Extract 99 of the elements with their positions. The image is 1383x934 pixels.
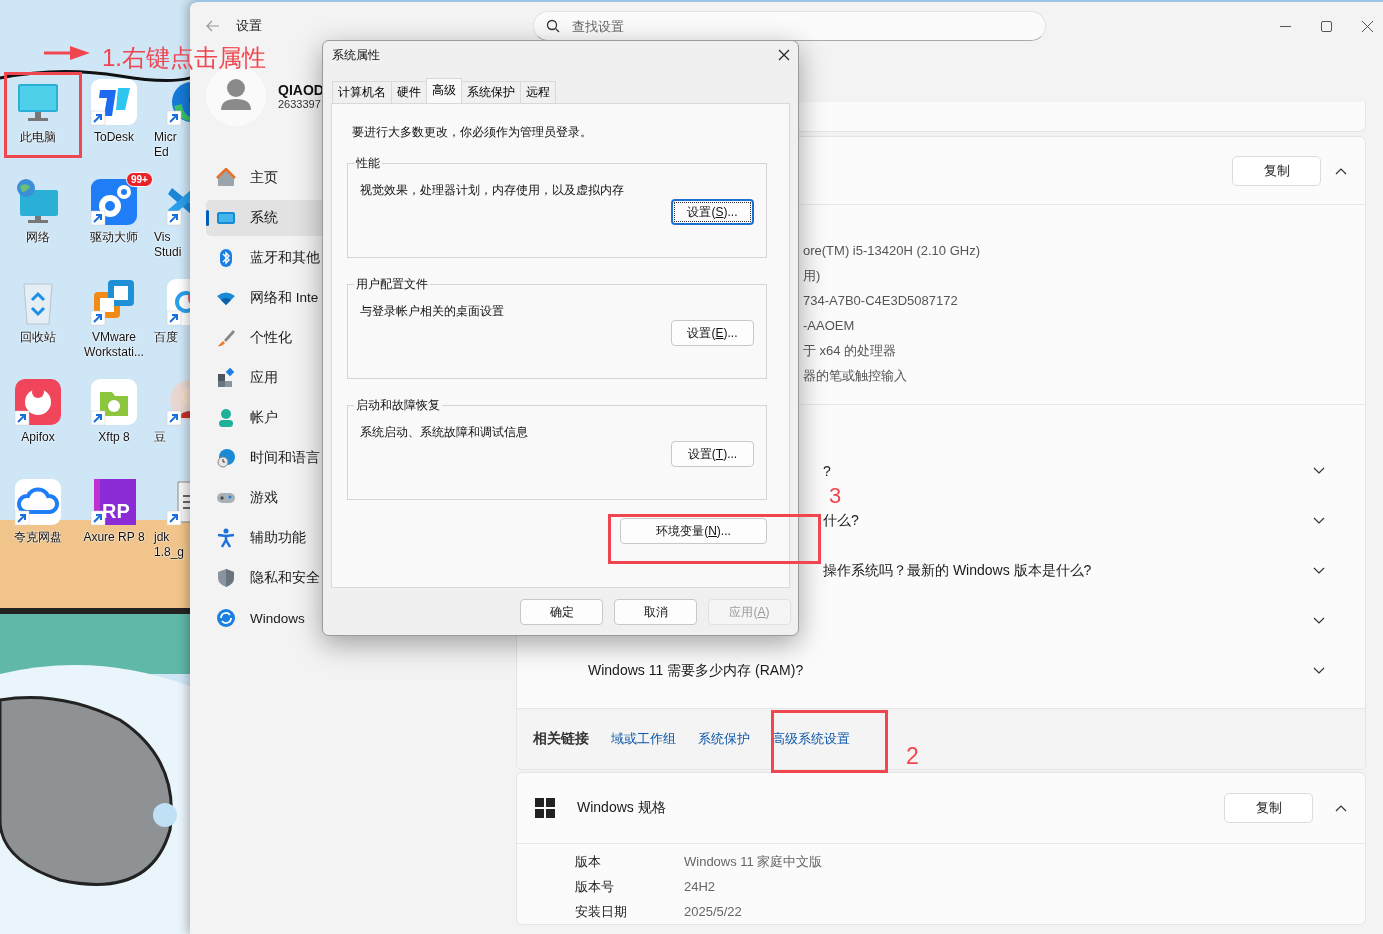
accessibility-icon (216, 528, 236, 548)
desktop-icon-label: jdk 1.8_g (154, 530, 185, 560)
nav-item[interactable]: Windows (206, 600, 322, 636)
spec-value: 2025/5/22 (684, 903, 743, 921)
user-name: QIAOD (278, 82, 324, 98)
nav-item[interactable]: 游戏 (206, 480, 322, 516)
spec-value: 器的笔或触控输入 (803, 367, 908, 385)
spec-value: 24H2 (684, 878, 717, 896)
copy-button[interactable]: 复制 (1224, 793, 1313, 823)
dialog-button[interactable]: 确定 (520, 599, 603, 625)
desktop-icon-label: 豆 (154, 430, 166, 445)
tab[interactable]: 计算机名 (332, 81, 392, 103)
section-title: Windows 规格 (577, 799, 667, 817)
desktop-icon-label: ToDesk (94, 130, 134, 145)
group-title: 性能 (355, 155, 381, 172)
desktop-icon-label: Xftp 8 (98, 430, 130, 445)
faq-question[interactable]: 操作系统吗？最新的 Windows 版本是什么? (823, 562, 1092, 580)
desktop-icon-label: 夸克网盘 (14, 530, 62, 545)
faq-question[interactable]: 什么? (823, 512, 859, 530)
desktop-icon-label: 此电脑 (20, 130, 56, 145)
chevron-down-icon[interactable] (1313, 517, 1325, 525)
home-icon (216, 168, 236, 188)
desktop-icon-label: 百度 (154, 330, 178, 345)
apps-icon (216, 368, 236, 388)
desktop-icon-label: Axure RP 8 (83, 530, 145, 545)
chevron-down-icon[interactable] (1313, 467, 1325, 475)
related-link[interactable]: 域或工作组 (611, 730, 676, 748)
desktop-icon-label: Vis Studi (154, 230, 182, 260)
group-description: 视觉效果，处理器计划，内存使用，以及虚拟内存 (360, 182, 625, 199)
close-icon[interactable] (778, 49, 790, 61)
step-number: 2 (906, 743, 919, 770)
dialog-button[interactable]: 取消 (614, 599, 697, 625)
nav-item[interactable]: 个性化 (206, 320, 322, 356)
dialog-title: 系统属性 (332, 46, 380, 64)
related-link[interactable]: 系统保护 (698, 730, 750, 748)
settings-button[interactable]: 设置(E)... (671, 320, 754, 346)
notice-text: 要进行大多数更改，你必须作为管理员登录。 (351, 124, 593, 141)
windows-logo-icon (535, 798, 555, 818)
logo-text: RP (102, 500, 130, 523)
desktop-icon-label: 驱动大师 (90, 230, 138, 245)
faq-question[interactable]: Windows 11 需要多少内存 (RAM)? (588, 662, 804, 680)
group-description: 系统启动、系统故障和调试信息 (360, 424, 529, 441)
nav-item[interactable]: 系统 (206, 200, 322, 236)
desktop-icon-label: 回收站 (20, 330, 56, 345)
settings-button[interactable]: 设置(T)... (671, 441, 754, 467)
tab[interactable]: 远程 (520, 81, 556, 103)
spec-label: 版本号 (575, 878, 615, 896)
desktop-icon-label: VMware Workstati... (84, 330, 144, 360)
nav-item[interactable]: 主页 (206, 160, 322, 196)
spec-value: Windows 11 家庭中文版 (684, 853, 824, 871)
group-title: 用户配置文件 (355, 276, 429, 293)
cloud-icon[interactable] (14, 478, 62, 526)
desktop-icon-label: Micr Ed (154, 130, 177, 160)
nav-item[interactable]: 时间和语言 (206, 440, 322, 476)
group-description: 与登录帐户相关的桌面设置 (360, 303, 505, 320)
faq-question[interactable]: ? (823, 463, 831, 479)
spec-label: 安装日期 (575, 903, 628, 921)
search-icon (546, 19, 560, 33)
back-arrow-icon[interactable] (206, 20, 220, 32)
spec-value: 用) (803, 267, 822, 285)
spec-value: -AAOEM (803, 317, 856, 335)
step-number: 3 (829, 484, 842, 508)
nav-item[interactable]: 辅助功能 (206, 520, 322, 556)
maximize-icon[interactable] (1321, 20, 1332, 32)
update-icon (216, 608, 236, 628)
related-links-title: 相关链接 (533, 730, 589, 748)
desktop-icon-label: Apifox (21, 430, 55, 445)
app-icon[interactable] (90, 478, 138, 526)
environment-variables-button[interactable]: 环境变量(N)... (620, 518, 767, 544)
nav-item[interactable]: 隐私和安全 (206, 560, 322, 596)
chevron-down-icon[interactable] (1313, 567, 1325, 575)
nav-item[interactable]: 帐户 (206, 400, 322, 436)
window-title: 设置 (236, 17, 262, 35)
chevron-down-icon[interactable] (1313, 617, 1325, 625)
annotation-text: 1.右键点击属性 (102, 43, 266, 73)
person-icon (216, 408, 236, 428)
nav-item[interactable]: 网络和 Inte (206, 280, 322, 316)
shield-icon (216, 568, 236, 588)
notification-badge: 99+ (126, 172, 153, 187)
chevron-up-icon[interactable] (1335, 804, 1347, 812)
brush-icon (216, 328, 236, 348)
settings-button[interactable]: 设置(S)... (671, 199, 754, 225)
spec-label: 版本 (575, 853, 602, 871)
close-icon[interactable] (1362, 20, 1373, 32)
chevron-up-icon[interactable] (1335, 166, 1347, 175)
desktop-icon-label: 网络 (26, 230, 50, 245)
arrow-icon (44, 45, 90, 61)
nav-item[interactable]: 蓝牙和其他 (206, 240, 322, 276)
spec-value: ore(TM) i5-13420H (2.10 GHz) (803, 242, 981, 260)
search-field[interactable]: 查找设置 (533, 11, 1046, 41)
nav-item[interactable]: 应用 (206, 360, 322, 396)
group-title: 启动和故障恢复 (355, 397, 441, 414)
copy-button[interactable]: 复制 (1232, 155, 1321, 186)
user-account: 2633397 (278, 98, 322, 110)
tab[interactable]: 高级 (426, 78, 462, 103)
spec-value: 于 x64 的处理器 (803, 342, 898, 360)
chevron-down-icon[interactable] (1313, 667, 1325, 675)
spec-value: 734-A7B0-C4E3D5087172 (803, 292, 959, 310)
globe-clock-icon (216, 448, 236, 468)
